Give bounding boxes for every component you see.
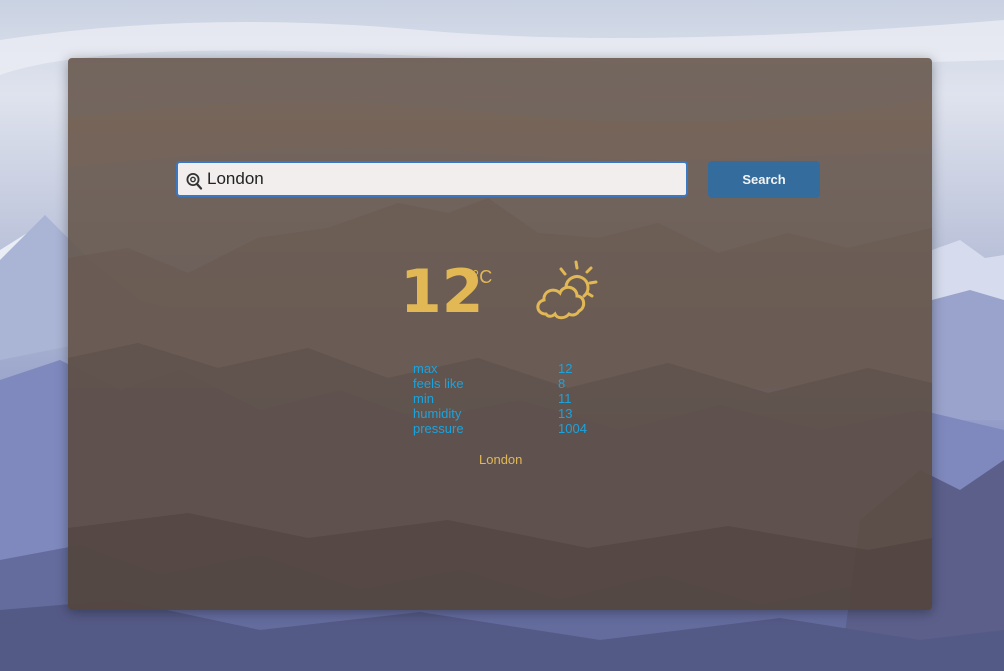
partly-sunny-icon <box>536 260 598 320</box>
detail-row-max: max 12 <box>413 361 673 376</box>
background-scene: Search 12 °C max 12 feels like 8 <box>0 0 1004 671</box>
detail-row-feels-like: feels like 8 <box>413 376 673 391</box>
detail-value: 11 <box>558 391 572 406</box>
temperature-unit: °C <box>472 267 493 287</box>
panel-mountain-texture <box>68 98 932 610</box>
search-field[interactable] <box>176 161 688 197</box>
detail-label: humidity <box>413 406 462 421</box>
city-name: London <box>479 452 523 467</box>
detail-row-pressure: pressure 1004 <box>413 421 673 436</box>
detail-value: 12 <box>558 361 573 376</box>
detail-label: pressure <box>413 421 464 436</box>
detail-label: max <box>413 361 438 376</box>
temperature-value: 12 <box>400 257 484 327</box>
detail-value: 13 <box>558 406 573 421</box>
detail-label: min <box>413 391 434 406</box>
detail-value: 8 <box>558 376 566 391</box>
search-input[interactable] <box>207 165 677 193</box>
search-button[interactable]: Search <box>708 161 820 198</box>
weather-panel: Search 12 °C max 12 feels like 8 <box>68 58 932 610</box>
detail-label: feels like <box>413 376 464 391</box>
detail-row-min: min 11 <box>413 391 673 406</box>
weather-details: max 12 feels like 8 min 11 humidity 13 p… <box>413 361 673 436</box>
search-icon <box>186 173 203 190</box>
detail-row-humidity: humidity 13 <box>413 406 673 421</box>
detail-value: 1004 <box>558 421 587 436</box>
